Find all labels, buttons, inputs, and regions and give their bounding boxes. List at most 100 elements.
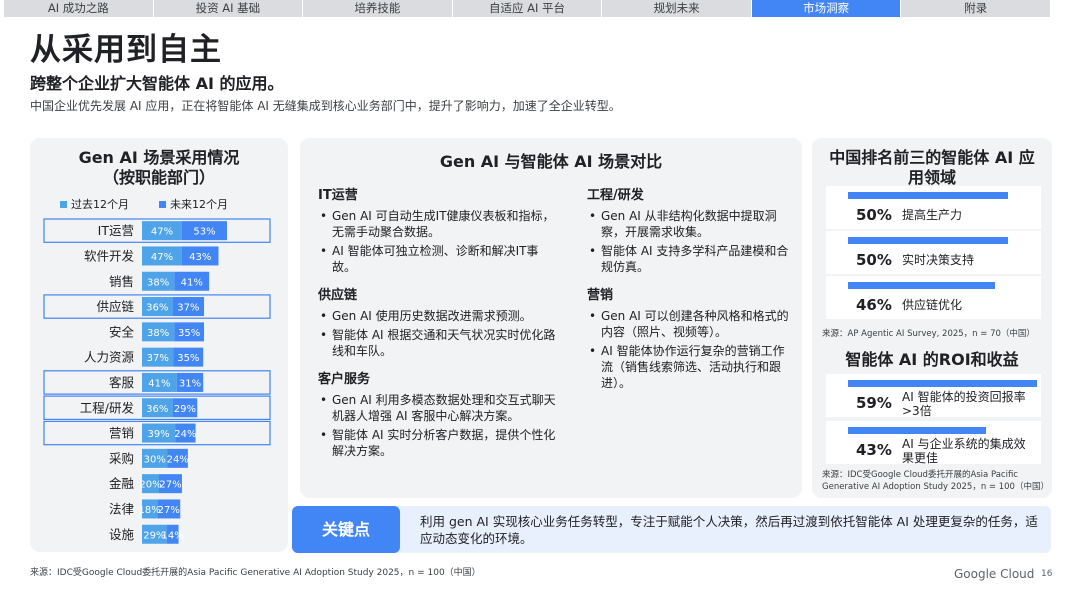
nav-tab-skills[interactable]: 培养技能 bbox=[303, 0, 452, 17]
bullet-item: 智能体 AI 根据交通和天气状况实时优化路线和车队。 bbox=[318, 327, 556, 359]
data-label-past: 47% bbox=[151, 227, 173, 238]
section-customer-service: 客户服务 Gen AI 利用多模态数据处理和交互式聊天机器人增强 AI 客服中心… bbox=[318, 368, 556, 459]
stat-box-roi: 59% AI 智能体的投资回报率>3倍 bbox=[826, 374, 1041, 418]
legend-item-past: 过去12个月 bbox=[60, 196, 129, 212]
legend-label-past: 过去12个月 bbox=[71, 198, 129, 211]
category-label: 营销 bbox=[109, 426, 134, 441]
data-label-future: 43% bbox=[189, 252, 211, 263]
section-supply-chain: 供应链 Gen AI 使用历史数据改进需求预测。 智能体 AI 根据交通和天气状… bbox=[318, 284, 556, 359]
data-label-future: 31% bbox=[179, 378, 201, 389]
stat-value: 50% bbox=[856, 206, 892, 224]
stat-label: AI 与企业系统的集成效果更佳 bbox=[902, 437, 1026, 465]
bullet-item: Gen AI 从非结构化数据中提取洞察，开展需求收集。 bbox=[587, 208, 792, 240]
legend-swatch-past bbox=[60, 200, 67, 208]
chart-legend: 过去12个月 未来12个月 bbox=[60, 196, 228, 212]
section-heading: 客户服务 bbox=[318, 372, 371, 387]
category-label: 金融 bbox=[109, 476, 135, 491]
comparison-left-column: IT运营 Gen AI 可自动生成IT健康仪表板和指标，无需手动聚合数据。 AI… bbox=[318, 184, 556, 468]
stat-label: AI 智能体的投资回报率>3倍 bbox=[902, 390, 1026, 418]
stat-bar bbox=[848, 282, 995, 289]
key-point-label: 关键点 bbox=[292, 506, 400, 553]
bullet-item: AI 智能体协作运行复杂的营销工作流（销售线索筛选、活动执行和跟进）。 bbox=[587, 343, 792, 391]
data-label-future: 14% bbox=[161, 530, 183, 541]
stat-bar bbox=[848, 380, 1037, 387]
stat-bar bbox=[848, 237, 1008, 244]
stat-box-decision: 50% 实时决策支持 bbox=[826, 231, 1041, 274]
comparison-right-column: 工程/研发 Gen AI 从非结构化数据中提取洞察，开展需求收集。 智能体 AI… bbox=[587, 184, 792, 400]
data-label-future: 24% bbox=[174, 429, 196, 440]
data-label-future: 35% bbox=[178, 328, 200, 339]
category-label: 工程/研发 bbox=[80, 400, 135, 415]
data-label-past: 30% bbox=[144, 454, 166, 465]
category-label: 供应链 bbox=[96, 299, 134, 314]
category-label: IT运营 bbox=[98, 223, 134, 238]
bullet-item: 智能体 AI 实时分析客户数据，提供个性化解决方案。 bbox=[318, 427, 556, 459]
category-label: 销售 bbox=[109, 274, 134, 289]
nav-tab-appendix[interactable]: 附录 bbox=[901, 0, 1051, 17]
data-label-future: 37% bbox=[177, 303, 199, 314]
comparison-panel: Gen AI 与智能体 AI 场景对比 IT运营 Gen AI 可自动生成IT健… bbox=[300, 138, 802, 498]
google-cloud-logo: Google Cloud bbox=[954, 567, 1035, 581]
page-description: 中国企业优先发展 AI 应用，正在将智能体 AI 无缝集成到核心业务部门中，提升… bbox=[30, 99, 621, 113]
category-label: 法律 bbox=[109, 501, 134, 516]
key-point-banner: 关键点 利用 gen AI 实现核心业务任务转型，专注于赋能个人决策，然后再过渡… bbox=[292, 506, 1051, 553]
section-heading: 营销 bbox=[587, 288, 614, 303]
nav-tab-plan-future[interactable]: 规划未来 bbox=[602, 0, 751, 17]
bullet-item: Gen AI 可自动生成IT健康仪表板和指标，无需手动聚合数据。 bbox=[318, 208, 556, 240]
bullet-item: Gen AI 可以创建各种风格和格式的内容（照片、视频等）。 bbox=[587, 308, 792, 340]
section-it-ops: IT运营 Gen AI 可自动生成IT健康仪表板和指标，无需手动聚合数据。 AI… bbox=[318, 184, 556, 275]
data-label-future: 35% bbox=[177, 353, 199, 364]
stat-bar bbox=[848, 192, 1008, 199]
roi-source-line1: 来源：IDC受Google Cloud委托开展的Asia Pacific bbox=[822, 470, 1018, 480]
data-label-past: 41% bbox=[148, 378, 170, 389]
data-label-past: 20% bbox=[139, 480, 161, 491]
data-label-past: 47% bbox=[151, 252, 173, 263]
page-title: 从采用到自主 bbox=[30, 32, 222, 68]
top3-title-line1: 中国排名前三的智能体 AI 应 bbox=[829, 148, 1035, 167]
bullet-item: AI 智能体可独立检测、诊断和解决IT事故。 bbox=[318, 243, 556, 275]
page-number: 16 bbox=[1041, 569, 1053, 579]
stat-value: 43% bbox=[856, 441, 892, 459]
stat-box-integration: 43% AI 与企业系统的集成效果更佳 bbox=[826, 421, 1041, 465]
section-marketing: 营销 Gen AI 可以创建各种风格和格式的内容（照片、视频等）。 AI 智能体… bbox=[587, 284, 792, 391]
data-label-future: 27% bbox=[159, 480, 181, 491]
category-label: 人力资源 bbox=[84, 350, 135, 365]
data-label-future: 41% bbox=[181, 277, 203, 288]
nav-tab-ai-path[interactable]: AI 成功之路 bbox=[4, 0, 153, 17]
category-label: 客服 bbox=[109, 375, 135, 390]
legend-item-future: 未来12个月 bbox=[159, 196, 228, 212]
roi-source-line2: Generative AI Adoption Study 2025，n = 10… bbox=[822, 482, 1049, 492]
legend-swatch-future bbox=[159, 200, 166, 208]
section-heading: 供应链 bbox=[318, 288, 358, 303]
section-engineering: 工程/研发 Gen AI 从非结构化数据中提取洞察，开展需求收集。 智能体 AI… bbox=[587, 184, 792, 275]
stat-value: 50% bbox=[856, 251, 892, 269]
data-label-past: 36% bbox=[146, 404, 168, 415]
nav-tab-market-insight[interactable]: 市场洞察 bbox=[751, 0, 901, 17]
data-label-past: 38% bbox=[147, 277, 169, 288]
top3-source: 来源：AP Agentic AI Survey, 2025，n = 70（中国） bbox=[822, 329, 1035, 339]
agentic-stats-panel: 中国排名前三的智能体 AI 应 用领域 50% 提高生产力 50% 实时决策支持… bbox=[812, 138, 1052, 498]
stat-label: 实时决策支持 bbox=[902, 253, 975, 267]
legend-label-future: 未来12个月 bbox=[170, 198, 228, 211]
category-label: 安全 bbox=[109, 324, 135, 339]
stat-value: 46% bbox=[856, 296, 892, 314]
bullet-item: 智能体 AI 支持多学科产品建模和合规仿真。 bbox=[587, 243, 792, 275]
footer-source: 来源：IDC受Google Cloud委托开展的Asia Pacific Gen… bbox=[30, 568, 481, 578]
section-heading: 工程/研发 bbox=[587, 188, 644, 203]
data-label-past: 39% bbox=[147, 429, 169, 440]
nav-tab-ai-foundation[interactable]: 投资 AI 基础 bbox=[153, 0, 303, 17]
stat-label: 提高生产力 bbox=[902, 208, 963, 222]
page-subtitle: 跨整个企业扩大智能体 AI 的应用。 bbox=[30, 74, 284, 93]
data-label-future: 29% bbox=[174, 404, 196, 415]
category-label: 采购 bbox=[109, 451, 134, 466]
data-label-past: 36% bbox=[146, 303, 168, 314]
top3-title: 中国排名前三的智能体 AI 应 用领域 bbox=[812, 148, 1052, 188]
data-label-past: 38% bbox=[147, 328, 169, 339]
roi-source: 来源：IDC受Google Cloud委托开展的Asia Pacific Gen… bbox=[822, 469, 1049, 493]
bullet-item: Gen AI 利用多模态数据处理和交互式聊天机器人增强 AI 客服中心解决方案。 bbox=[318, 392, 556, 424]
stat-box-productivity: 50% 提高生产力 bbox=[826, 186, 1041, 229]
stat-value: 59% bbox=[856, 394, 892, 412]
bullet-item: Gen AI 使用历史数据改进需求预测。 bbox=[318, 308, 556, 324]
nav-tab-adaptive-platform[interactable]: 自适应 AI 平台 bbox=[452, 0, 602, 17]
stat-bar bbox=[848, 427, 986, 434]
